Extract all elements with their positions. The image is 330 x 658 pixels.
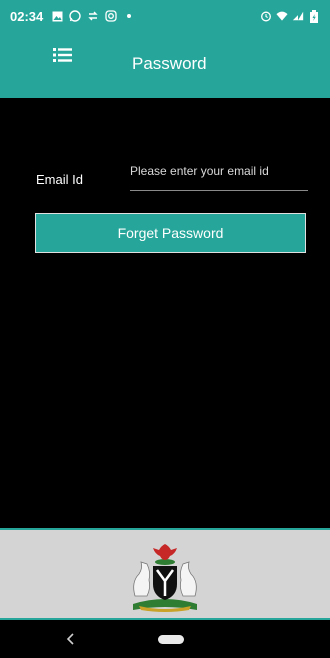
dot-icon (123, 10, 135, 22)
forget-password-button[interactable]: Forget Password (35, 213, 306, 253)
status-icons-left (51, 10, 135, 22)
email-label: Email Id (36, 172, 83, 187)
status-bar: 02:34 (0, 0, 330, 32)
home-pill-icon[interactable] (158, 635, 184, 644)
wifi-icon (276, 10, 288, 22)
signal-icon (292, 10, 304, 22)
page-title: Password (132, 54, 207, 73)
footer (0, 528, 330, 620)
instagram-icon (105, 10, 117, 22)
navigation-bar (0, 620, 330, 658)
status-time: 02:34 (10, 8, 44, 24)
main-content: Email Id Forget Password (0, 98, 330, 528)
app-bar: Password (0, 32, 330, 98)
whatsapp-icon (69, 10, 81, 22)
list-icon[interactable] (52, 46, 76, 70)
status-icons-right (260, 9, 320, 23)
alarm-icon (260, 10, 272, 22)
email-input[interactable] (130, 155, 308, 191)
coat-of-arms-icon (133, 544, 197, 612)
gallery-icon (51, 10, 63, 22)
battery-icon (308, 9, 320, 23)
transfer-icon (87, 10, 99, 22)
back-chevron-icon[interactable] (64, 630, 78, 648)
